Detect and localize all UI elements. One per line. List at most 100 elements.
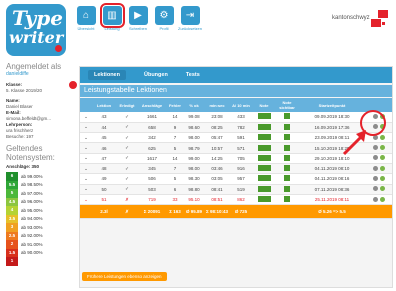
details-icon[interactable] <box>380 155 385 161</box>
cell-fehler: 14 <box>166 153 184 164</box>
cell-lektion: 48 <box>92 163 116 175</box>
cell-note <box>252 112 276 123</box>
logo-dot <box>55 45 62 52</box>
cell-a10: 433 <box>230 112 252 123</box>
expand-chevron-icon[interactable]: ⌄ <box>80 173 92 185</box>
nav-item[interactable]: ⌂ Übersicht <box>76 6 96 31</box>
column-header: Anschläge <box>138 98 166 112</box>
table-row[interactable]: ⌄ 48 ✓ 345 7 98.00 03:46 916 04.11.2019 08:10 <box>80 163 392 175</box>
details-icon[interactable] <box>380 196 385 202</box>
cell-visible <box>276 142 298 154</box>
cell-note <box>252 142 276 154</box>
nav-item[interactable]: ▶ Schreiben <box>128 6 148 31</box>
expand-chevron-icon[interactable]: ⌄ <box>80 163 92 175</box>
grade-threshold: ab 91.00% <box>21 241 43 247</box>
view-icon[interactable] <box>373 175 378 181</box>
column-header: Startzeitpunkt <box>298 98 366 112</box>
home-icon[interactable]: ⌂ <box>76 6 96 25</box>
brand-name: kantonschwyz <box>332 15 370 21</box>
visible-badge <box>284 113 290 120</box>
logo-text: writer <box>9 28 64 47</box>
view-icon[interactable] <box>373 145 378 151</box>
write-icon[interactable]: ▶ <box>128 6 148 25</box>
expand-chevron-icon[interactable]: ⌄ <box>80 142 92 154</box>
table-row[interactable]: ⌄ 50 ✓ 503 6 98.80 08:41 519 07.11.2019 08:36 <box>80 184 392 195</box>
grade-threshold: ab 90.00% <box>21 250 43 256</box>
cell-anschlaege: 625 <box>138 142 166 154</box>
cell-lektion: 47 <box>92 153 116 164</box>
expand-chevron-icon[interactable]: ⌄ <box>80 184 92 195</box>
cell-note <box>252 122 276 134</box>
header: Type writer ⌂ Übersicht ▥ Leistung ▶ Schreibe… <box>0 0 396 56</box>
cell-ok: 98.80 <box>184 184 204 195</box>
grade-threshold: ab 93.00% <box>21 224 43 230</box>
expand-chevron-icon[interactable]: ⌄ <box>80 194 92 206</box>
grade-row: 2.5 ab 92.00% <box>6 231 76 240</box>
grade-row: 3.5 ab 94.00% <box>6 214 76 223</box>
details-icon[interactable] <box>380 134 385 140</box>
tab-0[interactable]: Lektionen <box>88 70 126 80</box>
logout-icon[interactable]: ⇥ <box>180 6 200 25</box>
expand-chevron-icon[interactable]: ⌄ <box>80 112 92 123</box>
cell-ok: 98.00 <box>184 163 204 175</box>
cell-time: 05:47 <box>204 132 230 144</box>
grade-value: 6 <box>6 172 18 181</box>
cell-a10: 916 <box>230 163 252 175</box>
gear-icon[interactable]: ⚙ <box>154 6 174 25</box>
view-icon[interactable] <box>373 186 378 192</box>
cell-ok: 98.60 <box>184 122 204 134</box>
table-row[interactable]: ⌄ 49 ✓ 506 5 98.30 03:05 957 04.11.2019 08:16 <box>80 173 392 185</box>
grade-value: 4 <box>6 206 18 215</box>
main-panel: Lektionen Übungen Tests Leistungstabelle L… <box>79 66 393 288</box>
view-icon[interactable] <box>373 196 378 202</box>
cell-anschlaege: 506 <box>138 173 166 185</box>
nav-item[interactable]: ▥ Leistung <box>99 3 125 31</box>
show-earlier-button[interactable]: Frühere Leistungen ebenso anzeigen <box>82 272 167 281</box>
column-header: Erledigt <box>116 98 138 112</box>
expand-chevron-icon[interactable]: ⌄ <box>80 132 92 144</box>
grade-value: 3.5 <box>6 214 18 223</box>
grade-row: 4 ab 95.00% <box>6 206 76 215</box>
grade-value: 5 <box>6 189 18 198</box>
cell-fehler: 7 <box>166 163 184 175</box>
nav-item[interactable]: ⚙ Profil <box>154 6 174 31</box>
cell-done: ✓ <box>116 112 138 123</box>
expand-chevron-icon[interactable]: ⌄ <box>80 122 92 134</box>
grade-row: 3 ab 93.00% <box>6 223 76 232</box>
cell-start: 04.11.2019 08:10 <box>298 163 366 175</box>
view-icon[interactable] <box>373 165 378 171</box>
column-header: Note sichtbar <box>276 98 298 112</box>
cell-lektion: 45 <box>92 132 116 144</box>
details-icon[interactable] <box>380 165 385 171</box>
canton-flag-icon <box>371 10 388 27</box>
summary-a10: Ø 725 <box>230 204 252 220</box>
typewriter-logo[interactable]: Type writer <box>6 4 66 56</box>
grade-threshold: ab 99.00% <box>21 173 43 179</box>
details-icon[interactable] <box>380 145 385 151</box>
visible-badge <box>284 123 290 130</box>
cell-lektion: 50 <box>92 184 116 195</box>
details-icon[interactable] <box>380 175 385 181</box>
cell-actions <box>366 194 392 206</box>
cell-fehler: 5 <box>166 173 184 185</box>
table-row[interactable]: ⌄ 51 ✗ 719 33 95.10 08:51 862 25.11.2019 08:11 <box>80 194 392 206</box>
grade-list: 6 ab 99.00% 5.5 ab 98.50% 5 ab 97.00% 4.5 ab 96… <box>6 172 76 266</box>
cell-time: 08:25 <box>204 122 230 134</box>
note-badge <box>257 144 271 151</box>
cell-visible <box>276 153 298 164</box>
sidebar: Angemeldet als danieldiffe Klasse: 5. Kl… <box>0 62 76 291</box>
column-header: % ok <box>184 98 204 112</box>
tab-1[interactable]: Übungen <box>144 72 168 78</box>
details-icon[interactable] <box>380 186 385 192</box>
cell-anschlaege: 1617 <box>138 153 166 164</box>
cell-ok: 98.79 <box>184 142 204 154</box>
cell-ok: 98.30 <box>184 173 204 185</box>
username[interactable]: danieldiffe <box>0 71 76 77</box>
nav-item[interactable]: ⇥ Zurücksetzen <box>178 6 202 31</box>
chart-icon[interactable]: ▥ <box>99 3 125 28</box>
cell-done: ✓ <box>116 153 138 164</box>
table-row[interactable]: ⌄ 43 ✓ 1661 14 99.08 23:08 433 09.09.2019 18:30 <box>80 112 392 123</box>
expand-chevron-icon[interactable]: ⌄ <box>80 153 92 164</box>
view-icon[interactable] <box>373 155 378 161</box>
tab-2[interactable]: Tests <box>186 72 200 78</box>
